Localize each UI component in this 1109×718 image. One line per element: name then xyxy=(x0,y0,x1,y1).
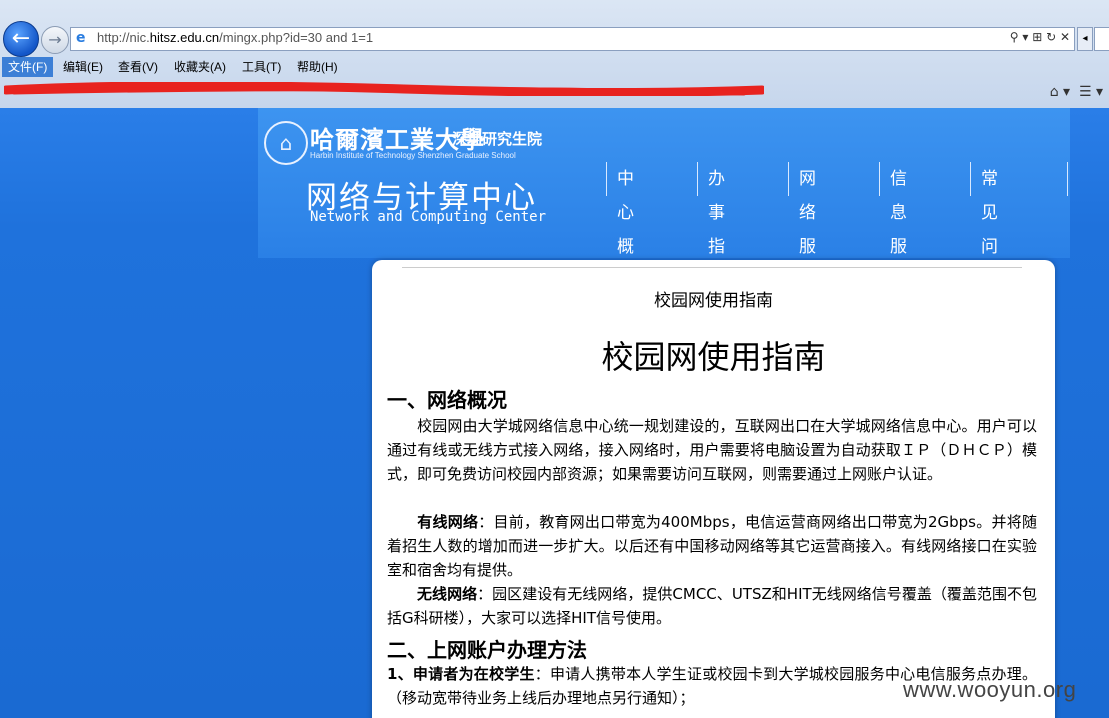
menu-tools[interactable]: 工具(T) xyxy=(236,57,287,77)
university-seal-icon: ⌂ xyxy=(264,121,308,165)
watermark: www.wooyun.org xyxy=(903,677,1077,702)
university-campus: 深圳研究生院 xyxy=(452,130,543,148)
article-panel: 校园网使用指南 校园网使用指南 一、网络概况 校园网由大学城网络信息中心统一规划… xyxy=(372,260,1055,718)
forward-button[interactable]: → xyxy=(41,26,69,54)
divider xyxy=(402,267,1022,268)
url-host: hitsz.edu.cn xyxy=(149,30,220,45)
url-path: /mingx.php?id=30 and 1=1 xyxy=(219,30,374,45)
arrow-right-icon: → xyxy=(48,30,62,49)
university-english-name: Harbin Institute of Technology Shenzhen … xyxy=(310,151,516,160)
home-feed-icons[interactable]: ⌂ ▾ ☰ ▾ xyxy=(1050,84,1103,100)
paragraph-label: 有线网络 xyxy=(417,513,479,531)
menu-view[interactable]: 查看(V) xyxy=(112,57,164,77)
nav-network-services[interactable]: 网络服务 xyxy=(788,162,816,291)
paragraph-label: 1、申请者为在校学生 xyxy=(387,665,535,683)
web-page: ⌂ 哈爾濱工業大學 深圳研究生院 Harbin Institute of Tec… xyxy=(0,108,1109,718)
arrow-left-icon: ← xyxy=(11,26,31,51)
menu-file[interactable]: 文件(F) xyxy=(2,57,54,77)
back-button[interactable]: ← xyxy=(3,21,39,57)
nav-faq[interactable]: 常见问题 xyxy=(970,162,998,291)
tab-ie-icon[interactable] xyxy=(1094,27,1109,51)
paragraph-wireless: 无线网络：园区建设有无线网络，提供CMCC、UTSZ和HIT无线网络信号覆盖（覆… xyxy=(387,582,1037,630)
menu-favorites[interactable]: 收藏夹(A) xyxy=(168,57,232,77)
paragraph-label: 无线网络 xyxy=(417,585,478,603)
section-heading-overview: 一、网络概况 xyxy=(387,388,507,412)
article-title: 校园网使用指南 xyxy=(601,338,826,376)
section-heading-account: 二、上网账户办理方法 xyxy=(387,638,587,662)
ie-page-icon: e xyxy=(76,30,86,46)
paragraph-text: 校园网由大学城网络信息中心统一规划建设的，互联网出口在大学城网络信息中心。用户可… xyxy=(387,417,1037,483)
tab-scroll-left-button[interactable]: ◂ xyxy=(1077,27,1093,51)
paragraph-text: ：园区建设有无线网络，提供CMCC、UTSZ和HIT无线网络信号覆盖（覆盖范围不… xyxy=(387,585,1037,627)
article-breadcrumb-title: 校园网使用指南 xyxy=(654,291,773,311)
nav-divider xyxy=(1067,162,1068,196)
menu-bar: 文件(F) 编辑(E) 查看(V) 收藏夹(A) 工具(T) 帮助(H) xyxy=(0,56,1109,78)
browser-chrome: ← → e http://nic.hitsz.edu.cn/mingx.php?… xyxy=(0,0,1109,108)
address-bar[interactable]: e http://nic.hitsz.edu.cn/mingx.php?id=3… xyxy=(70,27,1075,51)
nav-about[interactable]: 中心概况 xyxy=(606,162,634,291)
site-subtitle: Network and Computing Center xyxy=(310,209,547,225)
paragraph-text: ：目前，教育网出口带宽为400Mbps，电信运营商网络出口带宽为2Gbps。并将… xyxy=(387,513,1037,579)
menu-edit[interactable]: 编辑(E) xyxy=(57,57,109,77)
url-prefix: http://nic. xyxy=(97,30,150,45)
address-url[interactable]: http://nic.hitsz.edu.cn/mingx.php?id=30 … xyxy=(97,30,373,45)
paragraph-wired: 有线网络：目前，教育网出口带宽为400Mbps，电信运营商网络出口带宽为2Gbp… xyxy=(387,510,1037,582)
menu-help[interactable]: 帮助(H) xyxy=(291,57,344,77)
nav-info-services[interactable]: 信息服务 xyxy=(879,162,907,291)
nav-guide[interactable]: 办事指南 xyxy=(697,162,725,291)
redaction-scribble xyxy=(4,82,764,96)
address-tools[interactable]: ⚲ ▾ ⊞ ↻ ✕ xyxy=(1010,30,1070,44)
paragraph-overview: 校园网由大学城网络信息中心统一规划建设的，互联网出口在大学城网络信息中心。用户可… xyxy=(387,414,1037,486)
